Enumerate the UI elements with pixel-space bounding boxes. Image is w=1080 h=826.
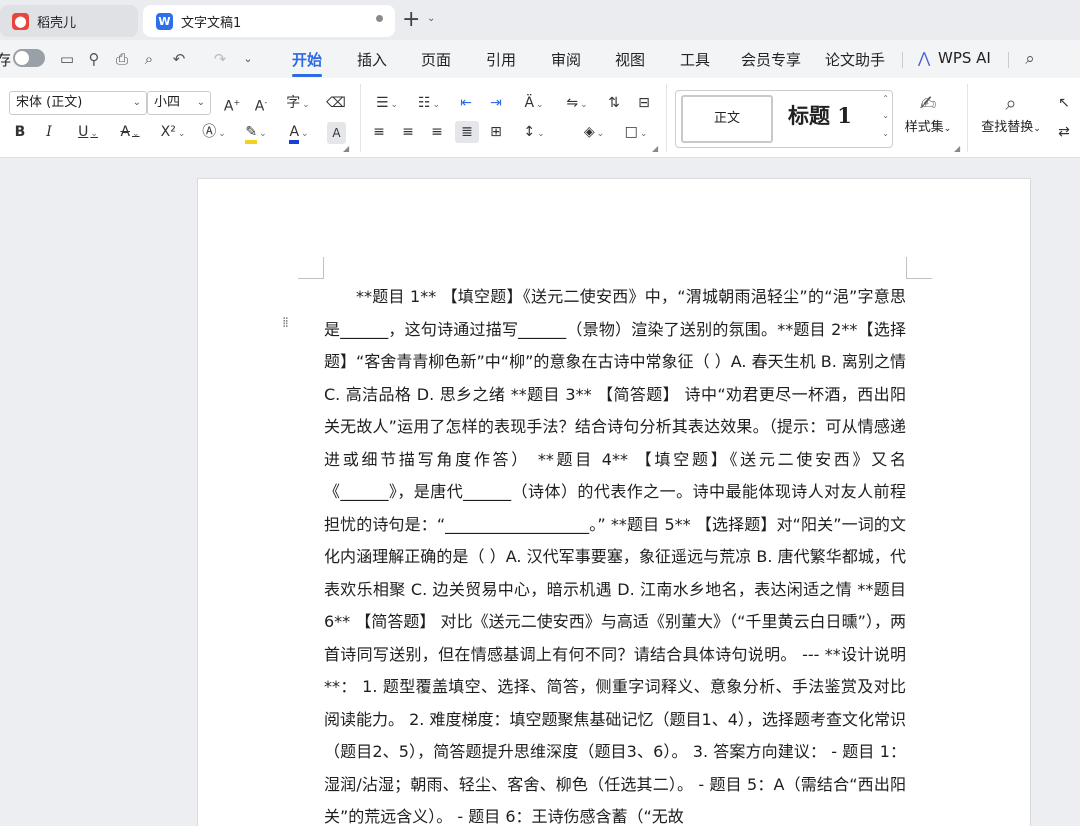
print-icon[interactable]: ⎙ [113, 50, 131, 68]
menu-review[interactable]: 审阅 [551, 49, 581, 70]
autosave-label: 存 [0, 51, 12, 69]
expand-gallery-icon[interactable]: ⌄ [882, 129, 889, 138]
tab-document[interactable]: W 文字文稿1 [143, 5, 395, 37]
new-tab-button[interactable]: + [402, 8, 420, 32]
highlight-color-button[interactable]: ✎ ⌄ [240, 121, 272, 144]
distributed-align-icon[interactable]: ⊞ [485, 121, 507, 143]
text-direction-icon[interactable]: Ä ⌄ [518, 92, 550, 114]
document-page: ⁞⁞ **题目 1** 【填空题】《送元二使安西》中，“渭城朝雨浥轻尘”的“浥”… [197, 178, 1031, 826]
font-size-select[interactable]: 小四 ⌄ [147, 91, 211, 115]
shrink-font-icon[interactable]: A- [251, 92, 271, 115]
decrease-indent-icon[interactable]: ⇤ [456, 92, 476, 114]
underline-button[interactable]: U ⌄ [73, 121, 103, 143]
menu-divider [902, 52, 903, 68]
scroll-down-icon[interactable]: ⌄ [882, 111, 889, 120]
paragraph[interactable]: **题目 1** 【填空题】《送元二使安西》中，“渭城朝雨浥轻尘”的“浥”字意思… [324, 281, 906, 826]
strikethrough-button[interactable]: A ⌄ [115, 121, 145, 143]
unsaved-dot-icon[interactable] [376, 15, 383, 22]
sort-icon[interactable]: ⇅ [604, 92, 624, 114]
align-justify-icon[interactable]: ≣ [455, 121, 479, 143]
menu-divider [1008, 52, 1009, 68]
margin-corner-mark [906, 257, 932, 279]
find-icon: ⌕ [1005, 91, 1017, 115]
chevron-down-icon[interactable]: ⌄ [427, 13, 435, 24]
group-divider [666, 84, 667, 152]
menu-page[interactable]: 页面 [421, 49, 451, 70]
style-set-button[interactable]: ✍ 样式集⌄ [902, 90, 954, 135]
menu-bar: 存 ▭ ⚲ ⎙ ⌕ ↶ ↷ ⌄ 开始 插入 页面 引用 审阅 视图 工具 会员专… [0, 40, 1080, 78]
align-right-icon[interactable]: ≡ [427, 121, 447, 143]
tab-bar: ⬤ 稻壳儿 W 文字文稿1 + ⌄ [0, 0, 1080, 40]
active-menu-indicator [292, 74, 322, 77]
phonetic-guide-icon[interactable]: 字 ⌄ [282, 92, 314, 114]
redo-icon[interactable]: ↷ [211, 50, 229, 68]
ribbon-toolbar: 宋体 (正文) ⌄ 小四 ⌄ A+ A- 字 ⌄ ⌫ B I U ⌄ A ⌄ X² ⌄ Ⓐ ⌄… [0, 78, 1080, 158]
style-set-icon: ✍ [919, 91, 937, 115]
line-spacing-icon[interactable]: ↕ ⌄ [518, 121, 550, 143]
highlighter-icon: ✎ [245, 124, 258, 144]
more-chevron-icon[interactable]: ⌄ [239, 50, 257, 68]
text-effect-icon[interactable]: Ⓐ ⌄ [198, 121, 230, 143]
align-center-icon[interactable]: ≡ [398, 121, 418, 143]
menu-paper-assistant[interactable]: 论文助手 [825, 49, 885, 70]
menu-insert[interactable]: 插入 [357, 49, 387, 70]
paragraph-drag-handle-icon[interactable]: ⁞⁞ [282, 316, 292, 330]
font-dialog-launcher-icon[interactable]: ◢ [343, 144, 349, 153]
menu-view[interactable]: 视图 [615, 49, 645, 70]
style-heading-1[interactable]: 标题 1 [788, 100, 852, 130]
styles-dialog-launcher-icon[interactable]: ◢ [954, 144, 960, 153]
scroll-up-icon[interactable]: ⌃ [882, 94, 889, 103]
menu-wps-ai[interactable]: WPS AI [938, 49, 991, 67]
line-break-icon[interactable]: ⇋ ⌄ [562, 92, 592, 114]
menu-membership[interactable]: 会员专享 [741, 49, 801, 70]
bullet-list-icon[interactable]: ☰ ⌄ [372, 92, 402, 114]
chevron-down-icon: ⌄ [132, 97, 141, 108]
italic-button[interactable]: I [41, 121, 57, 143]
daoke-logo-icon: ⬤ [12, 12, 29, 30]
menu-home[interactable]: 开始 [292, 49, 322, 70]
tab-daoke[interactable]: ⬤ 稻壳儿 [0, 5, 138, 37]
paragraph-dialog-launcher-icon[interactable]: ◢ [652, 144, 658, 153]
share-icon[interactable]: ⚲ [85, 50, 103, 68]
group-divider [360, 84, 361, 152]
search-icon[interactable]: ⌕ [1021, 50, 1039, 68]
group-divider [967, 84, 968, 152]
wps-writer-icon: W [156, 12, 173, 30]
menu-references[interactable]: 引用 [486, 49, 516, 70]
print-preview-icon[interactable]: ⌕ [140, 50, 158, 68]
undo-icon[interactable]: ↶ [170, 50, 188, 68]
margin-corner-mark [298, 257, 324, 279]
font-name-select[interactable]: 宋体 (正文) ⌄ [9, 91, 147, 115]
wps-ai-icon[interactable]: ⋀ [918, 49, 930, 67]
align-left-icon[interactable]: ≡ [369, 121, 389, 143]
numbered-list-icon[interactable]: ☷ ⌄ [414, 92, 444, 114]
menu-tools[interactable]: 工具 [680, 49, 710, 70]
char-shading-button[interactable]: A [327, 122, 346, 144]
superscript-button[interactable]: X² ⌄ [157, 121, 189, 143]
borders-icon[interactable]: □ ⌄ [620, 121, 652, 143]
autosave-toggle[interactable] [13, 49, 45, 67]
increase-indent-icon[interactable]: ⇥ [486, 92, 506, 114]
style-gallery: 正文 标题 1 ⌃ ⌄ ⌄ [675, 90, 893, 148]
tab-label: 文字文稿1 [181, 15, 242, 31]
find-replace-button[interactable]: ⌕ 查找替换⌄ [979, 90, 1043, 135]
grow-font-icon[interactable]: A+ [222, 92, 242, 115]
bold-button[interactable]: B [12, 121, 28, 143]
shading-fill-icon[interactable]: ◈ ⌄ [578, 121, 610, 143]
style-normal[interactable]: 正文 [681, 95, 773, 143]
save-icon[interactable]: ▭ [58, 50, 76, 68]
show-marks-icon[interactable]: ⊟ [634, 92, 654, 114]
tab-label: 稻壳儿 [37, 15, 77, 31]
replace-icon[interactable]: ⇄ [1054, 121, 1074, 143]
font-color-icon: A [289, 124, 300, 144]
clear-format-icon[interactable]: ⌫ [326, 92, 346, 114]
font-color-button[interactable]: A ⌄ [283, 121, 315, 144]
document-body[interactable]: **题目 1** 【填空题】《送元二使安西》中，“渭城朝雨浥轻尘”的“浥”字意思… [324, 281, 906, 826]
select-icon[interactable]: ↖ [1054, 92, 1074, 114]
chevron-down-icon: ⌄ [196, 97, 205, 108]
